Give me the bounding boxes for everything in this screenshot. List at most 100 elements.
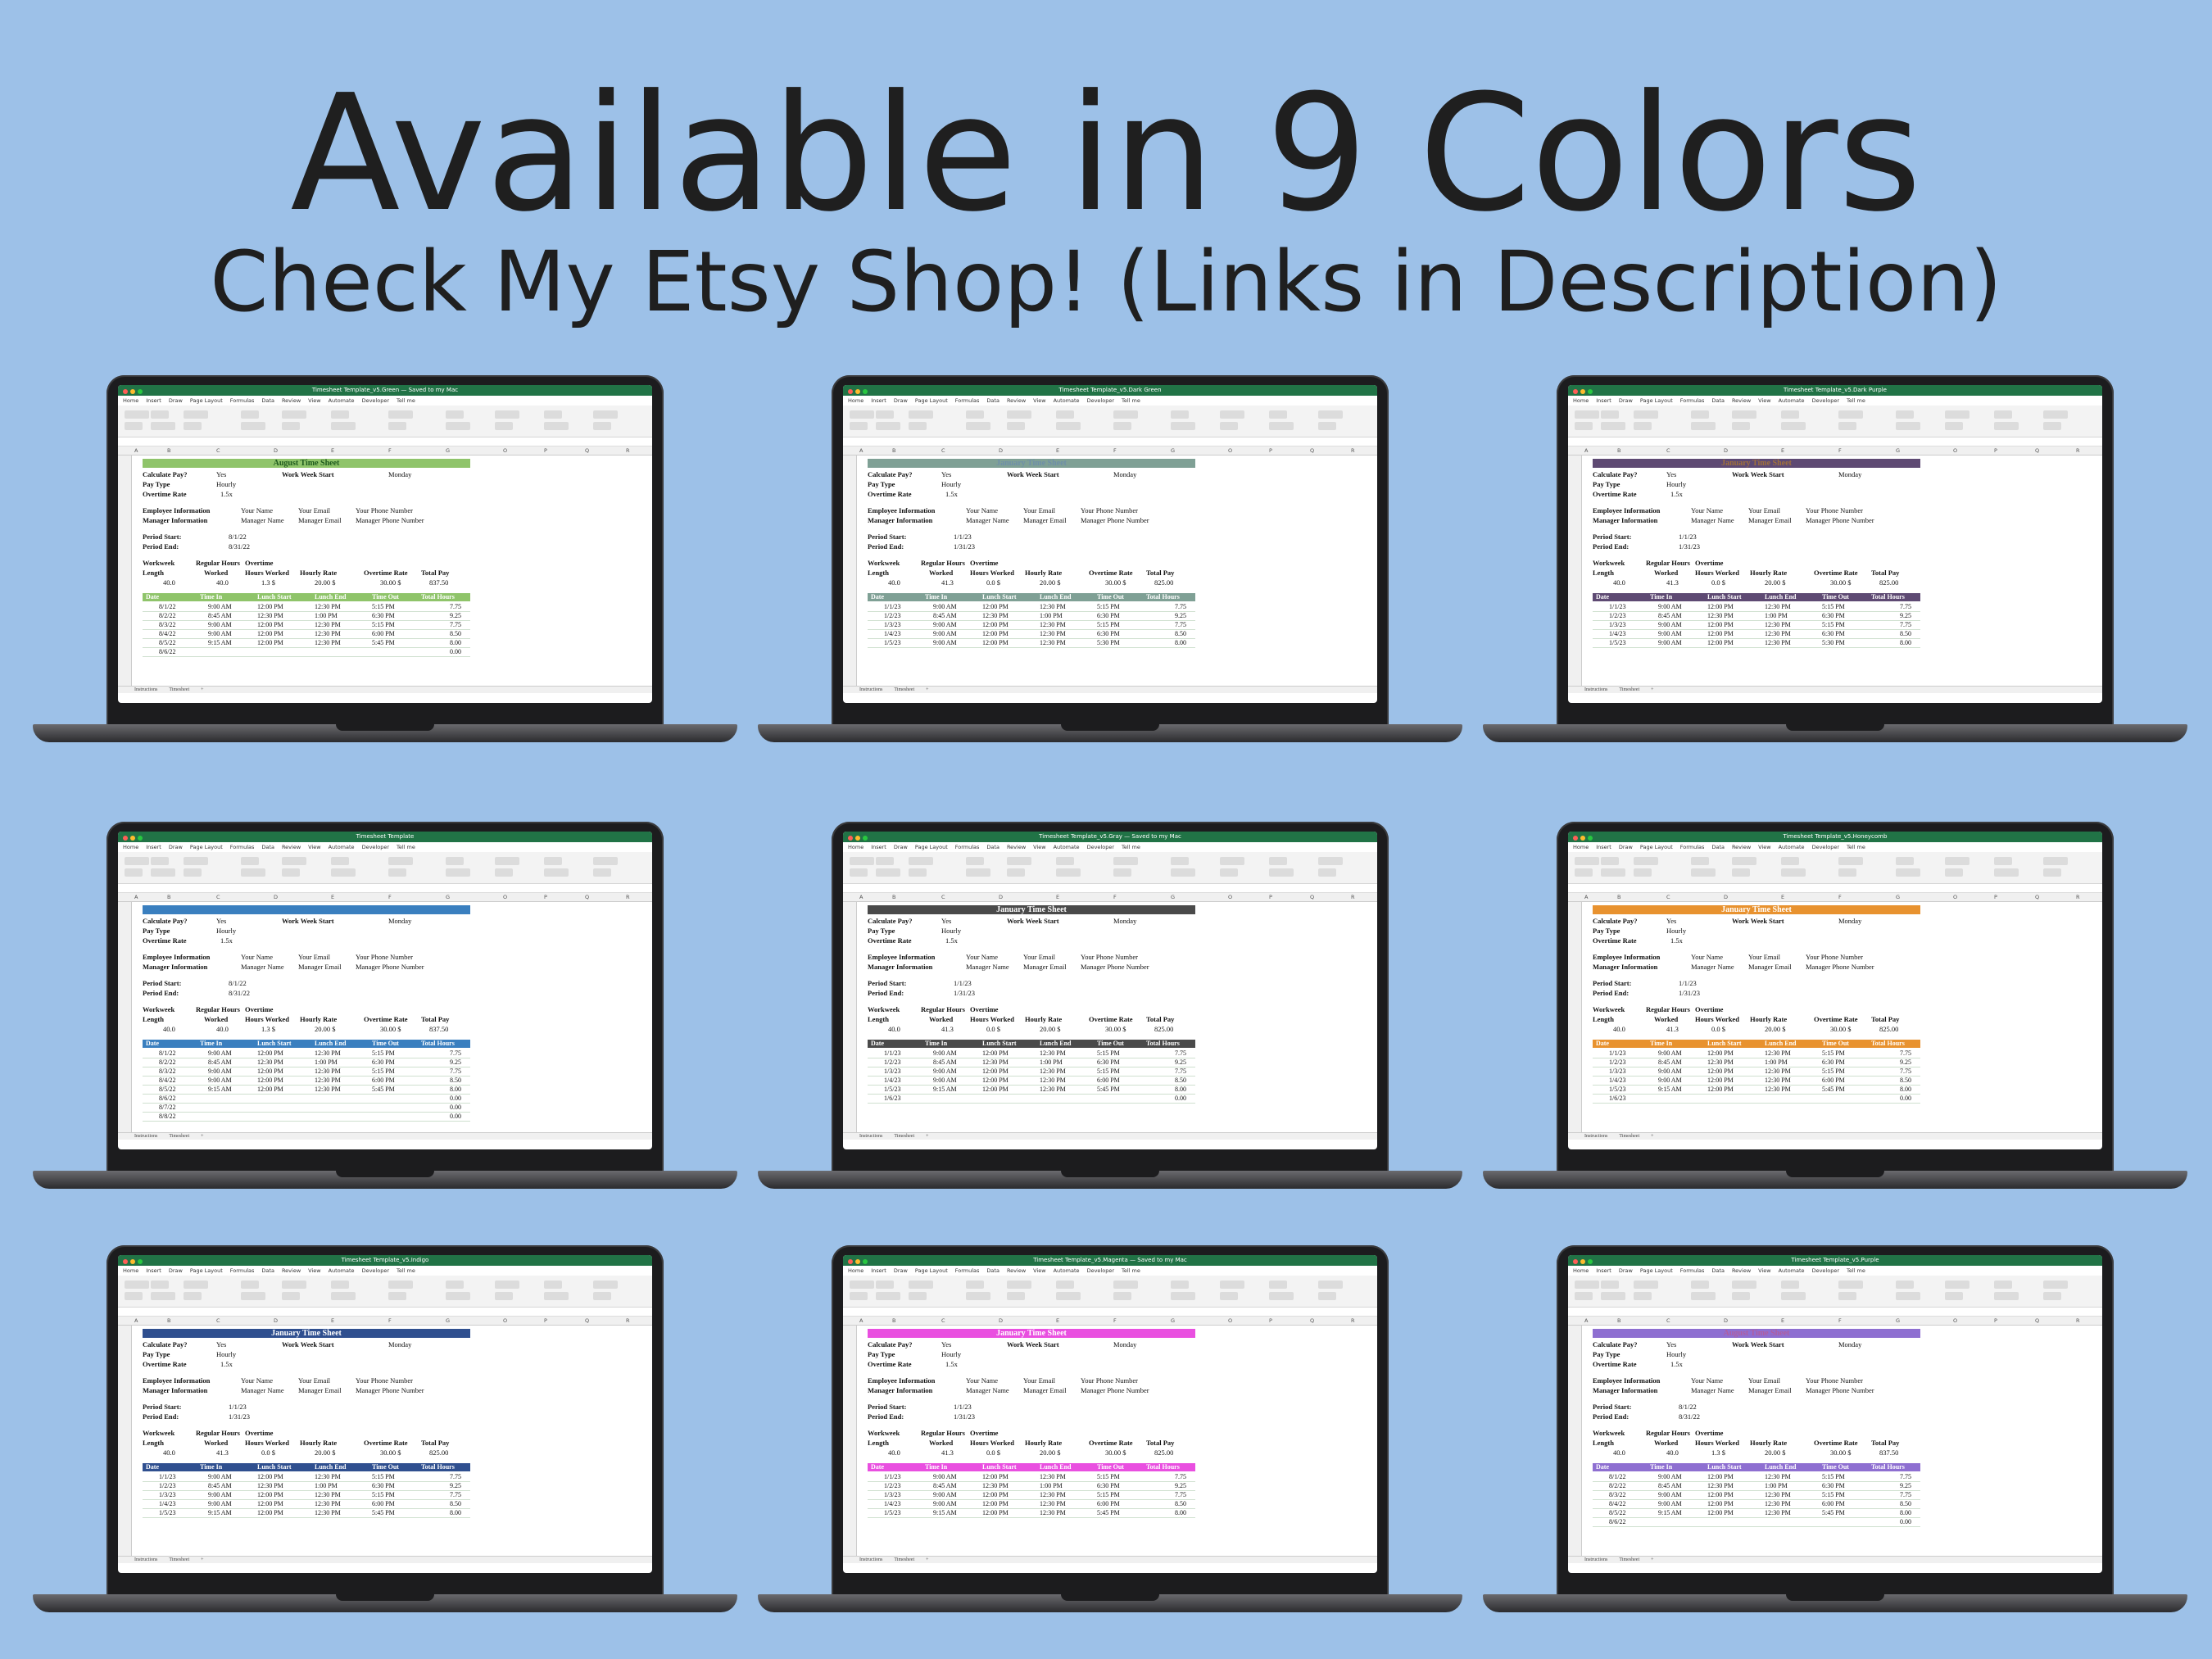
window-control-dot[interactable] xyxy=(855,389,860,394)
table-header-cell[interactable]: Lunch Start xyxy=(982,1040,1017,1048)
table-cell[interactable]: 8/2/22 xyxy=(159,611,175,620)
ribbon-tool-button[interactable] xyxy=(1945,857,1969,865)
column-header[interactable]: E xyxy=(1056,1317,1059,1325)
ribbon-tool-button[interactable] xyxy=(1113,422,1131,430)
ribbon-tool-button[interactable] xyxy=(1838,422,1856,430)
ribbon-tool-button[interactable] xyxy=(1171,857,1189,865)
column-header[interactable]: C xyxy=(1666,1317,1670,1325)
column-header[interactable]: F xyxy=(388,1317,392,1325)
table-header-cell[interactable]: Time In xyxy=(200,1040,222,1048)
table-cell[interactable]: 9.25 xyxy=(450,1058,461,1067)
ribbon-tool-button[interactable] xyxy=(331,1281,349,1289)
column-header[interactable]: C xyxy=(216,893,220,901)
ribbon-tool-button[interactable] xyxy=(1220,422,1238,430)
ribbon-tool-button[interactable] xyxy=(1269,1292,1294,1300)
table-cell[interactable]: 12:00 PM xyxy=(982,1508,1009,1517)
ribbon-tool-button[interactable] xyxy=(1634,868,1652,877)
table-header-cell[interactable]: Time Out xyxy=(372,593,399,601)
table-cell[interactable]: 1:00 PM xyxy=(1765,611,1788,620)
table-cell[interactable]: 12:30 PM xyxy=(1765,629,1791,638)
ribbon-tool-button[interactable] xyxy=(241,857,259,865)
table-row[interactable]: 1/6/23 0.00 xyxy=(1593,1094,1920,1104)
table-cell[interactable]: 8.50 xyxy=(450,1499,461,1508)
ribbon-tool-button[interactable] xyxy=(184,868,202,877)
table-cell[interactable]: 12:30 PM xyxy=(315,1508,341,1517)
ribbon-tool-button[interactable] xyxy=(966,857,984,865)
table-header-cell[interactable]: Lunch Start xyxy=(1707,593,1742,601)
ribbon-tool-button[interactable] xyxy=(282,422,300,430)
ribbon-tool-button[interactable] xyxy=(1220,857,1244,865)
table-cell[interactable]: 9.25 xyxy=(1175,1481,1186,1490)
table-cell[interactable]: 8/6/22 xyxy=(1609,1517,1625,1526)
table-row[interactable]: 1/5/23 9:00 AM 12:00 PM 12:30 PM 5:30 PM 8.00 xyxy=(868,638,1195,648)
table-cell[interactable]: 9:00 AM xyxy=(1658,629,1682,638)
ribbon-tool-button[interactable] xyxy=(1634,857,1658,865)
table-cell[interactable]: 5:15 PM xyxy=(1097,1049,1120,1058)
table-cell[interactable]: 12:00 PM xyxy=(982,629,1009,638)
table-cell[interactable]: 9:15 AM xyxy=(208,1508,232,1517)
ribbon-tab[interactable]: Tell me xyxy=(1122,1267,1140,1274)
ribbon-tool-button[interactable] xyxy=(876,410,894,419)
table-cell[interactable]: 6:30 PM xyxy=(372,1058,395,1067)
ribbon-tool-button[interactable] xyxy=(331,868,356,877)
table-cell[interactable]: 9:00 AM xyxy=(933,620,957,629)
ribbon-tool-button[interactable] xyxy=(1945,410,1969,419)
table-cell[interactable]: 5:45 PM xyxy=(1822,1508,1845,1517)
ribbon-tool-button[interactable] xyxy=(388,422,406,430)
table-cell[interactable]: 9:00 AM xyxy=(208,620,232,629)
ribbon-tab[interactable]: Home xyxy=(848,1267,863,1274)
ribbon-tab[interactable]: Home xyxy=(123,844,138,850)
column-header[interactable]: R xyxy=(1351,446,1355,455)
ribbon-tab[interactable]: Review xyxy=(282,397,301,404)
table-cell[interactable]: 6:00 PM xyxy=(1822,1499,1845,1508)
ribbon-tool-button[interactable] xyxy=(282,857,306,865)
column-header[interactable]: P xyxy=(544,1317,547,1325)
table-cell[interactable]: 5:15 PM xyxy=(372,602,395,611)
window-controls[interactable] xyxy=(1573,834,1595,845)
table-header-cell[interactable]: Lunch End xyxy=(315,1463,346,1471)
table-cell[interactable]: 12:00 PM xyxy=(257,629,283,638)
column-header[interactable]: A xyxy=(134,446,138,455)
table-cell[interactable]: 1/4/23 xyxy=(1609,629,1625,638)
ribbon-tab[interactable]: Automate xyxy=(1054,397,1080,404)
window-control-dot[interactable] xyxy=(130,1259,135,1264)
ribbon-tool-button[interactable] xyxy=(593,410,618,419)
ribbon-tool-button[interactable] xyxy=(1007,422,1025,430)
ribbon-tab[interactable]: Review xyxy=(1007,1267,1026,1274)
table-cell[interactable]: 8.00 xyxy=(1900,1508,1911,1517)
table-cell[interactable]: 12:00 PM xyxy=(257,1508,283,1517)
ribbon-tab[interactable]: View xyxy=(308,844,320,850)
ribbon-tool-button[interactable] xyxy=(1220,1292,1238,1300)
table-cell[interactable]: 1/1/23 xyxy=(884,1472,900,1481)
column-header[interactable]: R xyxy=(1351,1317,1355,1325)
window-controls[interactable] xyxy=(848,834,870,845)
table-header-cell[interactable]: Total Hours xyxy=(1146,593,1180,601)
table-cell[interactable]: 8/1/22 xyxy=(159,1049,175,1058)
table-header-cell[interactable]: Total Hours xyxy=(1871,1040,1905,1048)
column-header[interactable]: A xyxy=(859,446,863,455)
ribbon-tab[interactable]: Formulas xyxy=(955,397,980,404)
ribbon-tool-button[interactable] xyxy=(1945,422,1963,430)
window-controls[interactable] xyxy=(123,388,145,398)
table-cell[interactable]: 12:00 PM xyxy=(1707,1508,1734,1517)
ribbon-tab[interactable]: Page Layout xyxy=(190,397,223,404)
table-cell[interactable]: 8.00 xyxy=(450,1508,461,1517)
table-cell[interactable]: 8/4/22 xyxy=(159,1076,175,1085)
column-header[interactable]: F xyxy=(1113,1317,1117,1325)
ribbon-tool-button[interactable] xyxy=(876,868,900,877)
ribbon-tab[interactable]: Insert xyxy=(146,1267,161,1274)
ribbon-tool-button[interactable] xyxy=(909,1292,927,1300)
ribbon-tool-button[interactable] xyxy=(495,410,519,419)
ribbon-tool-button[interactable] xyxy=(1838,868,1856,877)
column-header[interactable]: C xyxy=(1666,446,1670,455)
table-cell[interactable]: 1:00 PM xyxy=(1040,1481,1063,1490)
sheet-tab[interactable]: + xyxy=(926,1134,928,1139)
ribbon-tool-button[interactable] xyxy=(1318,868,1336,877)
ribbon-tool-button[interactable] xyxy=(1056,410,1074,419)
ribbon-tool-button[interactable] xyxy=(1575,1292,1593,1300)
table-cell[interactable]: 8.50 xyxy=(1175,1499,1186,1508)
table-header-cell[interactable]: Lunch End xyxy=(1765,1463,1796,1471)
table-cell[interactable]: 8/5/22 xyxy=(1609,1508,1625,1517)
column-header[interactable]: C xyxy=(941,1317,945,1325)
ribbon-tool-button[interactable] xyxy=(1601,857,1619,865)
